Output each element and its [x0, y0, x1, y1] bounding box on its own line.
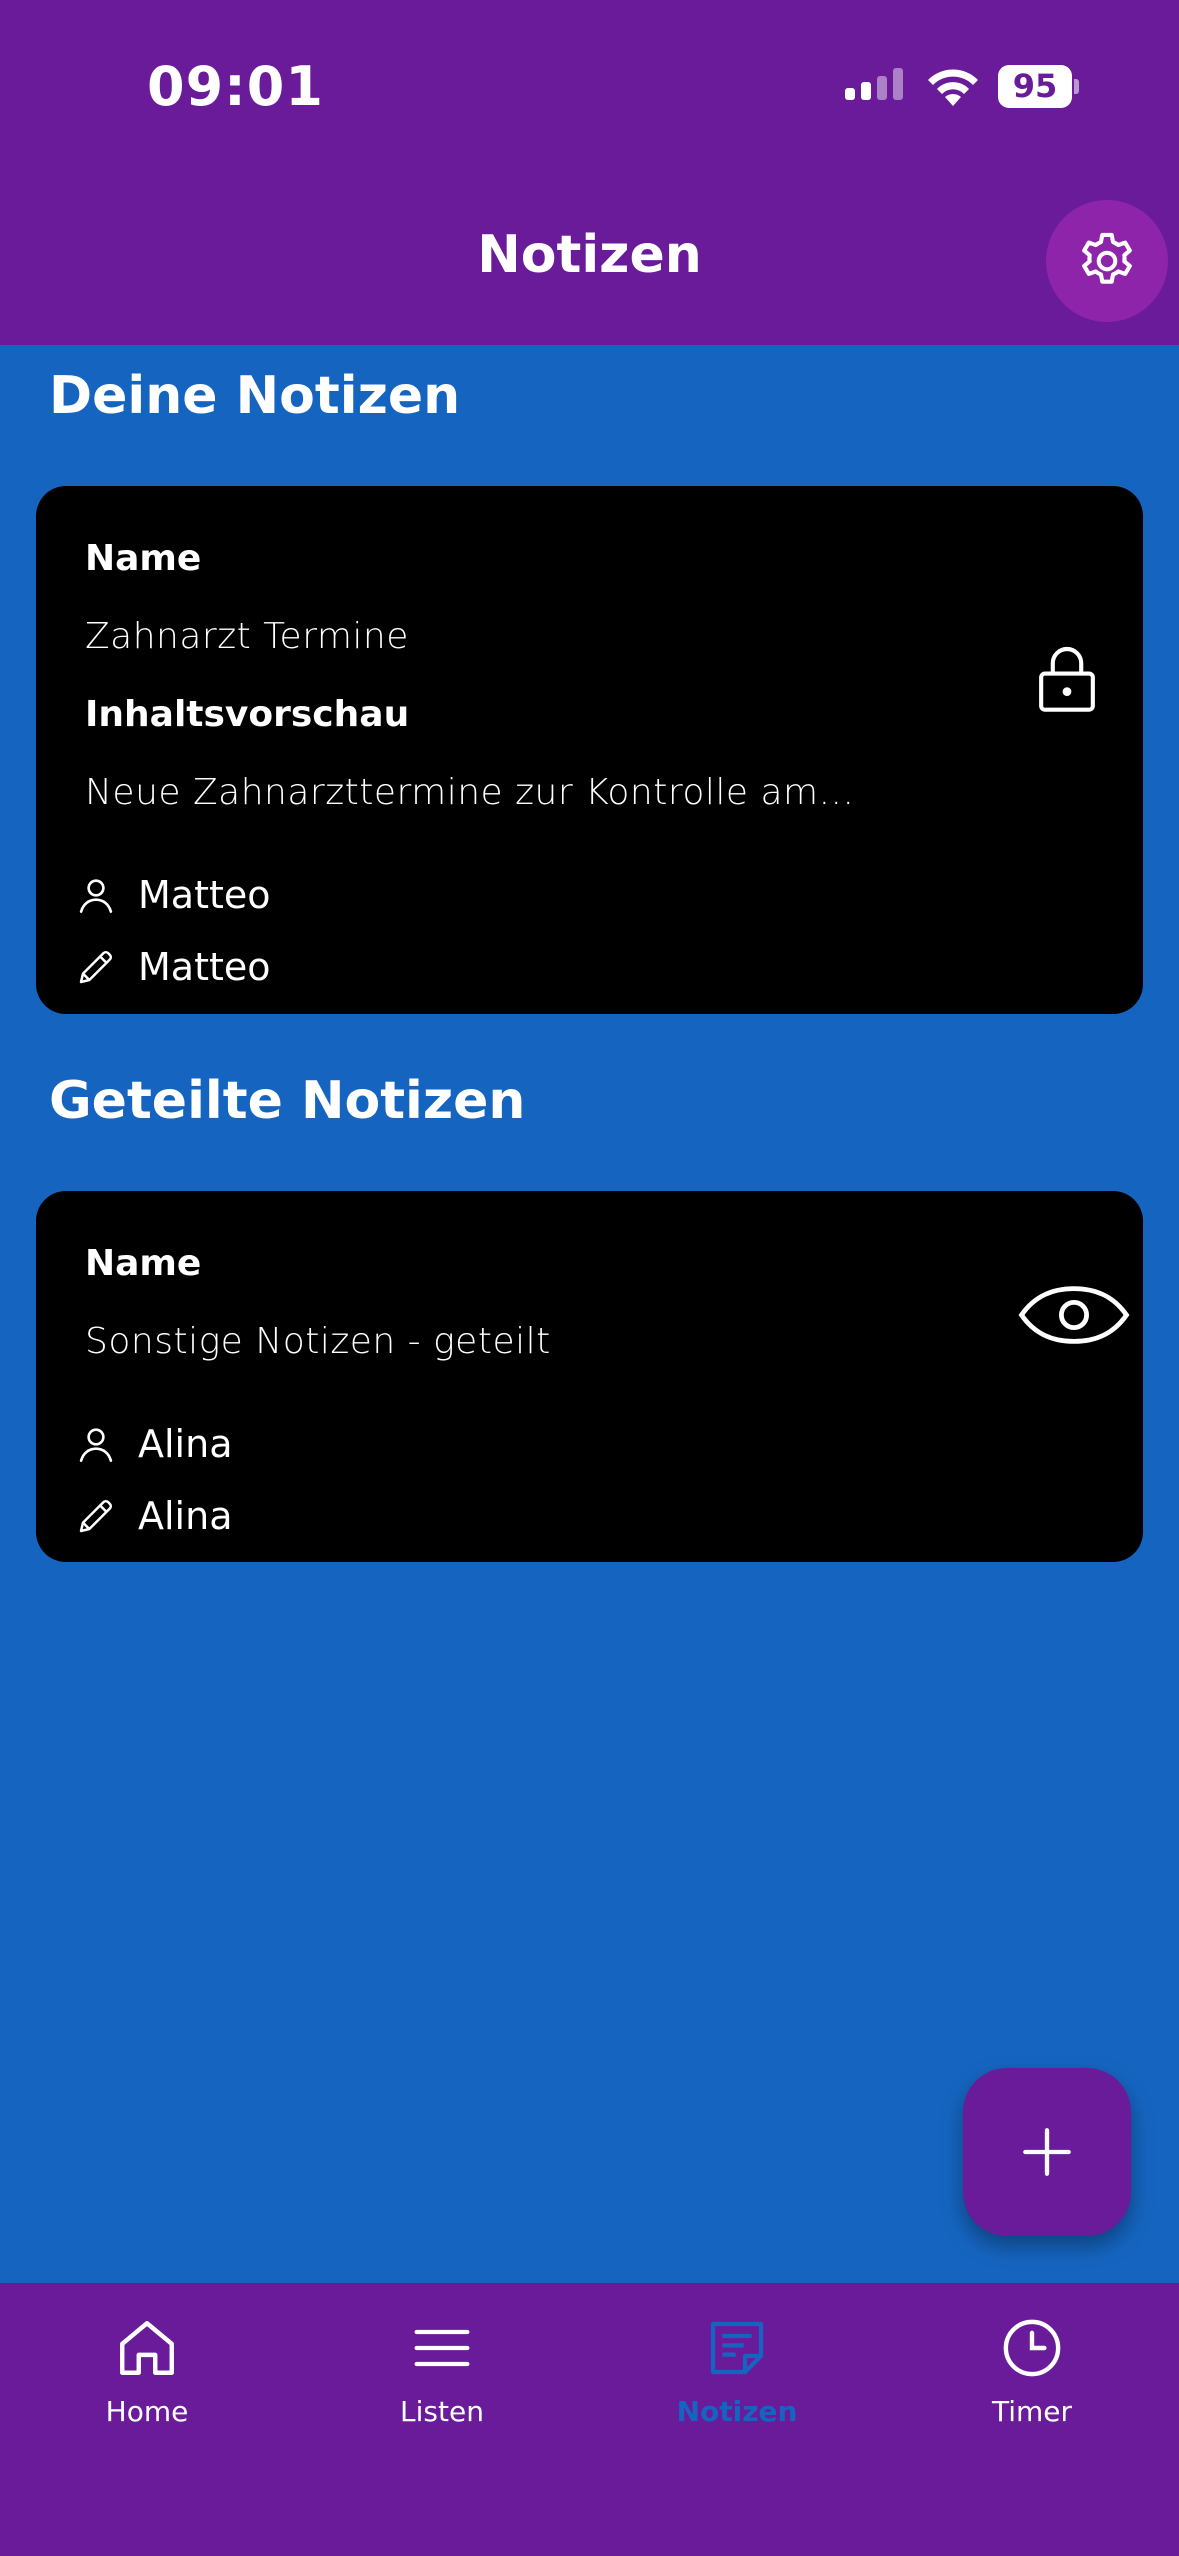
note-preview: Neue Zahnarzttermine zur Kontrolle am... [85, 772, 855, 813]
editor-row: Alina [74, 1491, 232, 1541]
nav-item-timer[interactable]: Timer [922, 2313, 1142, 2463]
editor-row: Matteo [74, 942, 271, 992]
add-note-button[interactable] [963, 2068, 1131, 2236]
battery-level: 95 [998, 65, 1072, 108]
note-icon [702, 2313, 772, 2383]
nav-label-notizen: Notizen [676, 2395, 798, 2428]
bottom-navigation: Home Listen Notizen Timer [0, 2283, 1179, 2556]
user-icon [74, 1422, 118, 1466]
nav-label-timer: Timer [991, 2395, 1073, 2428]
lock-icon [1032, 640, 1102, 720]
battery-indicator: 95 [998, 65, 1080, 108]
owner-row: Matteo [74, 870, 271, 920]
top-bar: 09:01 95 Notizen [0, 0, 1179, 345]
status-time: 09:01 [147, 55, 324, 118]
note-name: Sonstige Notizen - geteilt [85, 1321, 551, 1362]
notes-screen: 09:01 95 Notizen Deine Notizen Name Zahn… [0, 0, 1179, 2556]
nav-item-notizen[interactable]: Notizen [627, 2313, 847, 2463]
note-card-own[interactable]: Name Zahnarzt Termine Inhaltsvorschau Ne… [36, 486, 1143, 1014]
owner-name: Matteo [138, 873, 271, 917]
nav-item-listen[interactable]: Listen [332, 2313, 552, 2463]
name-label: Name [85, 538, 202, 579]
gear-icon [1082, 232, 1132, 284]
section-title-shared-notes: Geteilte Notizen [49, 1071, 526, 1131]
preview-label: Inhaltsvorschau [85, 694, 410, 735]
menu-icon [407, 2313, 477, 2383]
settings-button[interactable] [1046, 200, 1168, 322]
note-name: Zahnarzt Termine [85, 616, 409, 657]
nav-label-listen: Listen [400, 2395, 484, 2428]
owner-row: Alina [74, 1419, 232, 1469]
name-label: Name [85, 1243, 202, 1284]
page-title: Notizen [477, 225, 702, 285]
battery-cap [1074, 79, 1079, 94]
user-icon [74, 873, 118, 917]
editor-name: Matteo [138, 945, 271, 989]
section-title-own-notes: Deine Notizen [49, 366, 461, 426]
owner-name: Alina [138, 1422, 233, 1466]
plus-icon [1023, 2128, 1071, 2176]
clock-icon [997, 2313, 1067, 2383]
editor-name: Alina [138, 1494, 233, 1538]
nav-item-home[interactable]: Home [37, 2313, 257, 2463]
eye-icon [1014, 1277, 1134, 1353]
nav-label-home: Home [105, 2395, 189, 2428]
wifi-icon [928, 69, 978, 106]
pencil-icon [74, 945, 118, 989]
cellular-signal-icon [845, 68, 903, 100]
home-icon [112, 2313, 182, 2383]
note-card-shared[interactable]: Name Sonstige Notizen - geteilt Alina Al… [36, 1191, 1143, 1562]
pencil-icon [74, 1494, 118, 1538]
